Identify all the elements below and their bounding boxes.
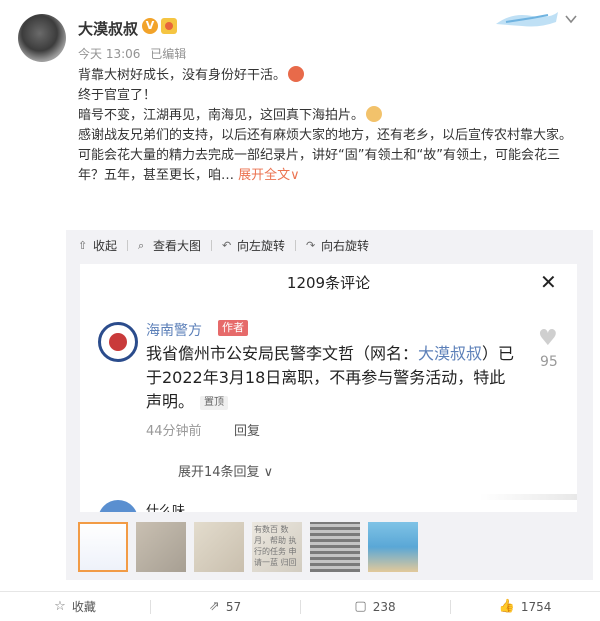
username[interactable]: 大漠叔叔: [78, 18, 138, 39]
comment-count-title: 1209条评论: [286, 274, 371, 292]
rotate-right-button[interactable]: ↷ 向右旋转: [306, 237, 369, 254]
rotate-left-icon: ↶: [222, 238, 232, 252]
gallery-toolbar: ⇧ 收起 ⌕ 查看大图 ↶ 向左旋转 ↷ 向右旋转: [78, 236, 379, 254]
next-comment-text: 什么味: [146, 504, 186, 512]
thumbs-up-icon: 👍: [498, 599, 515, 614]
zoom-icon: ⌕: [138, 238, 145, 252]
emoji-icon: [288, 66, 305, 82]
thumbnail-image[interactable]: [78, 522, 128, 572]
edited-label: 已编辑: [150, 47, 187, 61]
doge-emoji-icon: [366, 106, 383, 122]
post-timestamp[interactable]: 今天 13:06: [78, 47, 140, 61]
divider: [211, 239, 213, 251]
divider: [295, 239, 297, 251]
member-badge-icon: [161, 18, 177, 34]
favorite-button[interactable]: ☆ 收藏: [0, 592, 150, 621]
star-icon: ☆: [54, 599, 66, 614]
thumbnail-strip: 有数百 数月，帮助 执行的任务 申请一蓝 归回: [78, 522, 426, 572]
action-bar: ☆ 收藏 ⇗ 57 ▢ 238 👍 1754: [0, 591, 600, 621]
expand-full-text-link[interactable]: 展开全文∨: [238, 168, 300, 183]
thumbnail-image[interactable]: [136, 522, 186, 572]
like-button[interactable]: 👍 1754: [450, 592, 600, 621]
post-line: 暗号不变，江湖再见，南海见，这回真下海拍片。: [78, 106, 578, 126]
thumbnail-image[interactable]: [310, 522, 360, 572]
thumbnail-image[interactable]: [194, 522, 244, 572]
rotate-left-button[interactable]: ↶ 向左旋转: [222, 237, 285, 254]
close-icon: ✕: [540, 270, 557, 294]
mention-link: 大漠叔叔: [418, 344, 483, 363]
rotate-right-icon: ↷: [306, 238, 316, 252]
verified-badge-icon: V: [142, 18, 158, 34]
comment-screenshot-image[interactable]: 1209条评论 ✕ 海南警方 作者 ♥ 95 我省儋州市公安局民警李文哲（网名：…: [80, 264, 577, 512]
divider: [480, 494, 577, 500]
post-line: 可能会花大量的精力去完成一部纪录片，讲好“固”有领土和“故”有领土，可能会花三年…: [78, 148, 560, 183]
comment-like-count: 95: [540, 354, 558, 370]
commenter-name: 海南警方: [146, 323, 202, 339]
thumbnail-image[interactable]: 有数百 数月，帮助 执行的任务 申请一蓝 归回: [252, 522, 302, 572]
thumbnail-image[interactable]: [368, 522, 418, 572]
chevron-down-icon[interactable]: [564, 12, 578, 26]
heart-icon: ♥: [538, 326, 558, 351]
user-avatar[interactable]: [18, 14, 66, 62]
weibo-post: 大漠叔叔 V 今天 13:06 已编辑 背靠大树好成长，没有身份好干活。 终于官…: [0, 0, 600, 621]
post-line: 背靠大树好成长，没有身份好干活。: [78, 66, 578, 86]
post-body: 背靠大树好成长，没有身份好干活。 终于官宣了！ 暗号不变，江湖再见，南海见，这回…: [78, 66, 578, 186]
decoration-card-icon: [496, 12, 558, 27]
police-avatar: [98, 322, 138, 362]
divider: [127, 239, 129, 251]
next-commenter-avatar: [98, 500, 138, 512]
repost-button[interactable]: ⇗ 57: [150, 592, 300, 621]
pinned-tag: 置顶: [200, 396, 229, 410]
comment-time: 44分钟前: [146, 424, 202, 439]
post-meta: 今天 13:06 已编辑: [78, 45, 192, 62]
collapse-button[interactable]: ⇧ 收起: [78, 237, 117, 254]
post-line: 感谢战友兄弟们的支持，以后还有麻烦大家的地方，还有老乡，以后宣传农村靠大家。: [78, 128, 573, 143]
thumbnail-text: 有数百 数月，帮助 执行的任务 申请一蓝 归回: [254, 525, 297, 567]
author-tag: 作者: [218, 320, 248, 336]
expand-replies-label: 展开14条回复 ∨: [178, 465, 274, 480]
comment-text: 我省儋州市公安局民警李文哲（网名：大漠叔叔）已于2022年3月18日离职，不再参…: [146, 344, 515, 411]
comment-button[interactable]: ▢ 238: [300, 592, 450, 621]
post-line: 终于官宣了！: [78, 88, 157, 103]
reply-label: 回复: [234, 424, 261, 439]
arrow-up-icon: ⇧: [78, 238, 88, 252]
comment-icon: ▢: [354, 599, 367, 614]
repost-icon: ⇗: [208, 599, 220, 614]
view-large-button[interactable]: ⌕ 查看大图: [138, 237, 201, 254]
